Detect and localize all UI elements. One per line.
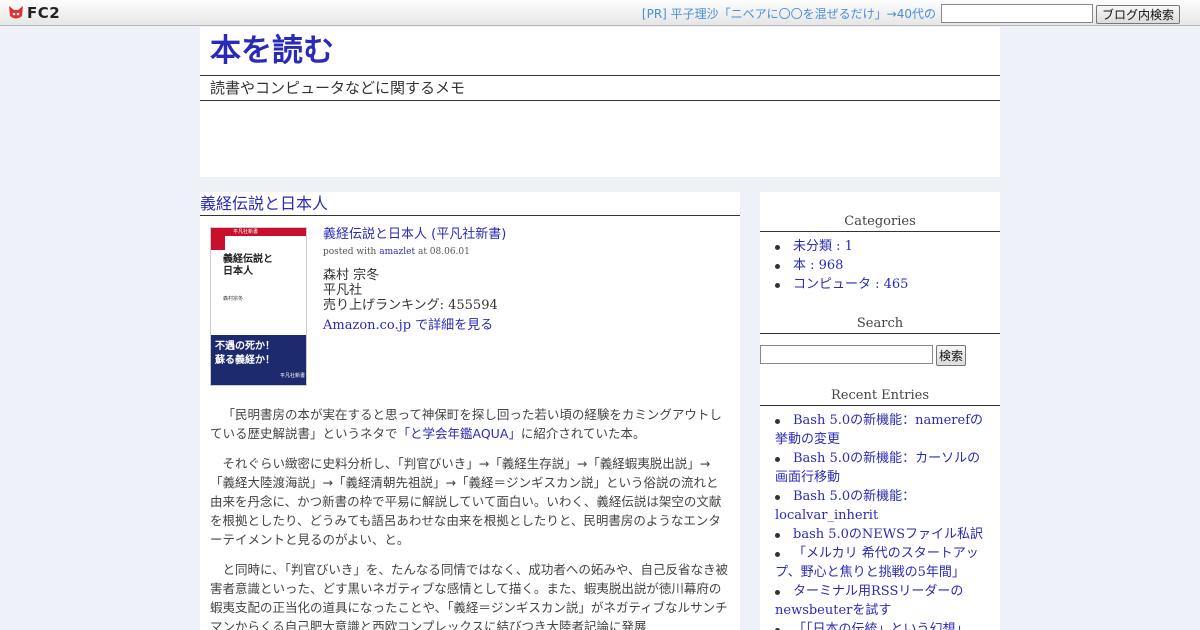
- blog-search-input[interactable]: [941, 4, 1093, 23]
- blog-search-button[interactable]: ブログ内検索: [1096, 5, 1180, 24]
- categories-list: 未分類 : 1 本 : 968 コンピュータ : 465: [775, 237, 993, 294]
- blog-header: 本を読む 読書やコンピュータなどに関するメモ: [200, 27, 1000, 177]
- amazon-detail-link[interactable]: Amazon.co.jp で詳細を見る: [323, 318, 493, 334]
- fc2-logo[interactable]: FC2: [7, 3, 60, 23]
- cover-author: 森村宗冬: [223, 296, 244, 302]
- book-publisher: 平凡社: [323, 283, 363, 298]
- entry-paragraph: それぐらい緻密に史料分析し、「判官びいき」→「義経生存説」→「義経蝦夷脱出説」→…: [210, 456, 722, 547]
- category-item[interactable]: コンピュータ : 465: [775, 275, 993, 294]
- category-item[interactable]: 本 : 968: [775, 256, 993, 275]
- cover-top-band: [211, 228, 306, 236]
- book-meta: 森村 宗冬 平凡社 売り上げランキング: 455594: [323, 268, 498, 313]
- entry-paragraph: 「民明書房の本が実在すると思って神保町を探し回った若い頃の経験をカミングアウトし…: [210, 405, 730, 443]
- sidebar-divider: [760, 405, 1000, 406]
- blog-title[interactable]: 本を読む: [210, 31, 334, 71]
- recent-entry-item[interactable]: 「「日本の伝統」という幻想」: [775, 620, 985, 630]
- sidebar-divider: [760, 333, 1000, 334]
- posted-with-note: posted with amazlet at 08.06.01: [323, 246, 470, 258]
- search-heading: Search: [856, 316, 904, 331]
- fc2-toolbar: FC2 [PR] 平子理沙「ニベアに〇〇を混ぜるだけ」→40代の ブログ内検索: [0, 0, 1200, 26]
- amazlet-link[interactable]: amazlet: [379, 247, 415, 257]
- cover-series-text: 平凡社新書: [233, 229, 259, 235]
- fc2-fox-icon: [9, 6, 23, 19]
- cover-copy-line: 蘇る義経か！: [215, 355, 275, 366]
- entry-paragraph: と同時に、「判官びいき」を、たんなる同情ではなく、成功者への妬みや、自己反省なき…: [210, 562, 729, 630]
- to-gakkai-link[interactable]: 「と学会年鑑AQUA」: [398, 426, 521, 441]
- sidebar: Categories 未分類 : 1 本 : 968 コンピュータ : 465 …: [760, 192, 1000, 630]
- recent-entry-item[interactable]: 「メルカリ 希代のスタートアップ、野心と焦りと挑戦の5年間」: [775, 544, 985, 582]
- entry-body: 「民明書房の本が実在すると思って神保町を探し回った若い頃の経験をカミングアウトし…: [210, 405, 730, 630]
- cover-title-line: 義経伝説と: [223, 254, 273, 265]
- cover-title-line: 日本人: [223, 266, 253, 277]
- recent-entry-item[interactable]: Bash 5.0の新機能：namerefの挙動の変更: [775, 411, 985, 449]
- posted-prefix: posted with: [323, 247, 377, 257]
- cover-title: 義経伝説と 日本人: [223, 254, 273, 278]
- book-title-link[interactable]: 義経伝説と日本人 (平凡社新書): [323, 226, 506, 244]
- cover-copy-line: 不遇の死か！: [215, 341, 275, 352]
- recent-entry-item[interactable]: ターミナル用RSSリーダーのnewsbeuterを試す: [775, 582, 985, 620]
- recent-entry-item[interactable]: Bash 5.0の新機能：カーソルの画面行移動: [775, 449, 985, 487]
- sidebar-search-button[interactable]: 検索: [936, 345, 966, 366]
- recent-entry-item[interactable]: bash 5.0のNEWSファイル私訳: [775, 525, 985, 544]
- cover-blue-band: 不遇の死か！ 蘇る義経か！ 平凡社新書: [211, 335, 306, 385]
- sidebar-divider: [760, 231, 1000, 232]
- posted-suffix: at 08.06.01: [417, 247, 470, 257]
- blog-description: 読書やコンピュータなどに関するメモ: [210, 79, 466, 97]
- fc2-logo-text: FC2: [27, 4, 61, 22]
- recent-entry-item[interactable]: Bash 5.0の新機能：localvar_inherit: [775, 487, 985, 525]
- book-ranking: 売り上げランキング: 455594: [323, 298, 498, 313]
- book-cover-image[interactable]: 平凡社新書 義経伝説と 日本人 森村宗冬 不遇の死か！ 蘇る義経か！ 平凡社新書: [210, 227, 307, 386]
- main-column: 義経伝説と日本人 平凡社新書 義経伝説と 日本人 森村宗冬 不遇の死か！ 蘇る義…: [200, 192, 740, 630]
- entry-title[interactable]: 義経伝説と日本人: [200, 193, 328, 215]
- cover-copy: 不遇の死か！ 蘇る義経か！: [215, 340, 275, 368]
- cover-red-mark: [211, 236, 225, 250]
- paragraph-text: に紹介されていた本。: [520, 426, 646, 441]
- header-divider: [200, 75, 1000, 76]
- header-divider: [200, 100, 1000, 101]
- entry-divider: [200, 215, 740, 216]
- pr-ad-link[interactable]: [PR] 平子理沙「ニベアに〇〇を混ぜるだけ」→40代の: [642, 5, 936, 22]
- book-author: 森村 宗冬: [323, 268, 380, 283]
- cover-publisher: 平凡社新書: [279, 373, 305, 379]
- recent-entries-list: Bash 5.0の新機能：namerefの挙動の変更 Bash 5.0の新機能：…: [775, 411, 985, 630]
- category-item[interactable]: 未分類 : 1: [775, 237, 993, 256]
- categories-heading: Categories: [844, 214, 916, 229]
- sidebar-search-input[interactable]: [760, 345, 933, 364]
- recent-entries-heading: Recent Entries: [830, 388, 929, 403]
